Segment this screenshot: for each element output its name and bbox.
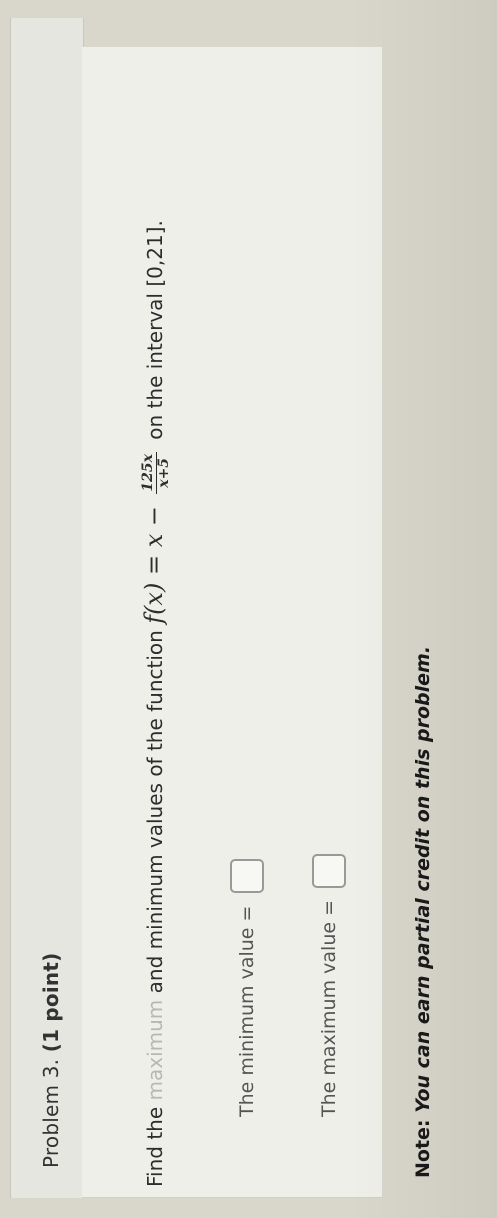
maximum-answer-row: The maximum value =: [312, 853, 346, 1117]
maximum-value-label: The maximum value =: [318, 899, 340, 1117]
question-text: Find the maximum and minimum values of t…: [140, 220, 172, 1187]
note-label: Note:: [412, 1119, 434, 1178]
function-expression: f(x) = x −: [140, 506, 168, 624]
problem-points: (1 point): [39, 952, 63, 1053]
partial-credit-note: Note: You can earn partial credit on thi…: [412, 646, 434, 1178]
note-text: You can earn partial credit on this prob…: [412, 645, 434, 1113]
question-lead: Find the: [143, 1100, 167, 1187]
question-lead-muted: maximum: [143, 999, 167, 1101]
problem-header: Problem 3. (1 point): [10, 18, 84, 1198]
fraction-denominator: x+5: [156, 457, 172, 488]
question-interval: on the interval [0,21].: [143, 220, 167, 440]
question-middle: and minimum values of the function: [143, 623, 167, 1000]
fraction-numerator: 125x: [140, 452, 157, 494]
minimum-value-input[interactable]: [230, 859, 264, 894]
function-fraction: 125x x+5: [140, 452, 172, 494]
problem-number: Problem 3.: [39, 1058, 63, 1168]
problem-page: Problem 3. (1 point) Find the maximum an…: [0, 0, 497, 1218]
minimum-answer-row: The minimum value =: [230, 859, 264, 1117]
problem-title: Problem 3. (1 point): [39, 953, 63, 1168]
maximum-value-input[interactable]: [312, 853, 346, 888]
problem-body: Find the maximum and minimum values of t…: [82, 47, 382, 1198]
minimum-value-label: The minimum value =: [236, 905, 258, 1117]
screen: Problem 3. (1 point) Find the maximum an…: [0, 0, 497, 1218]
